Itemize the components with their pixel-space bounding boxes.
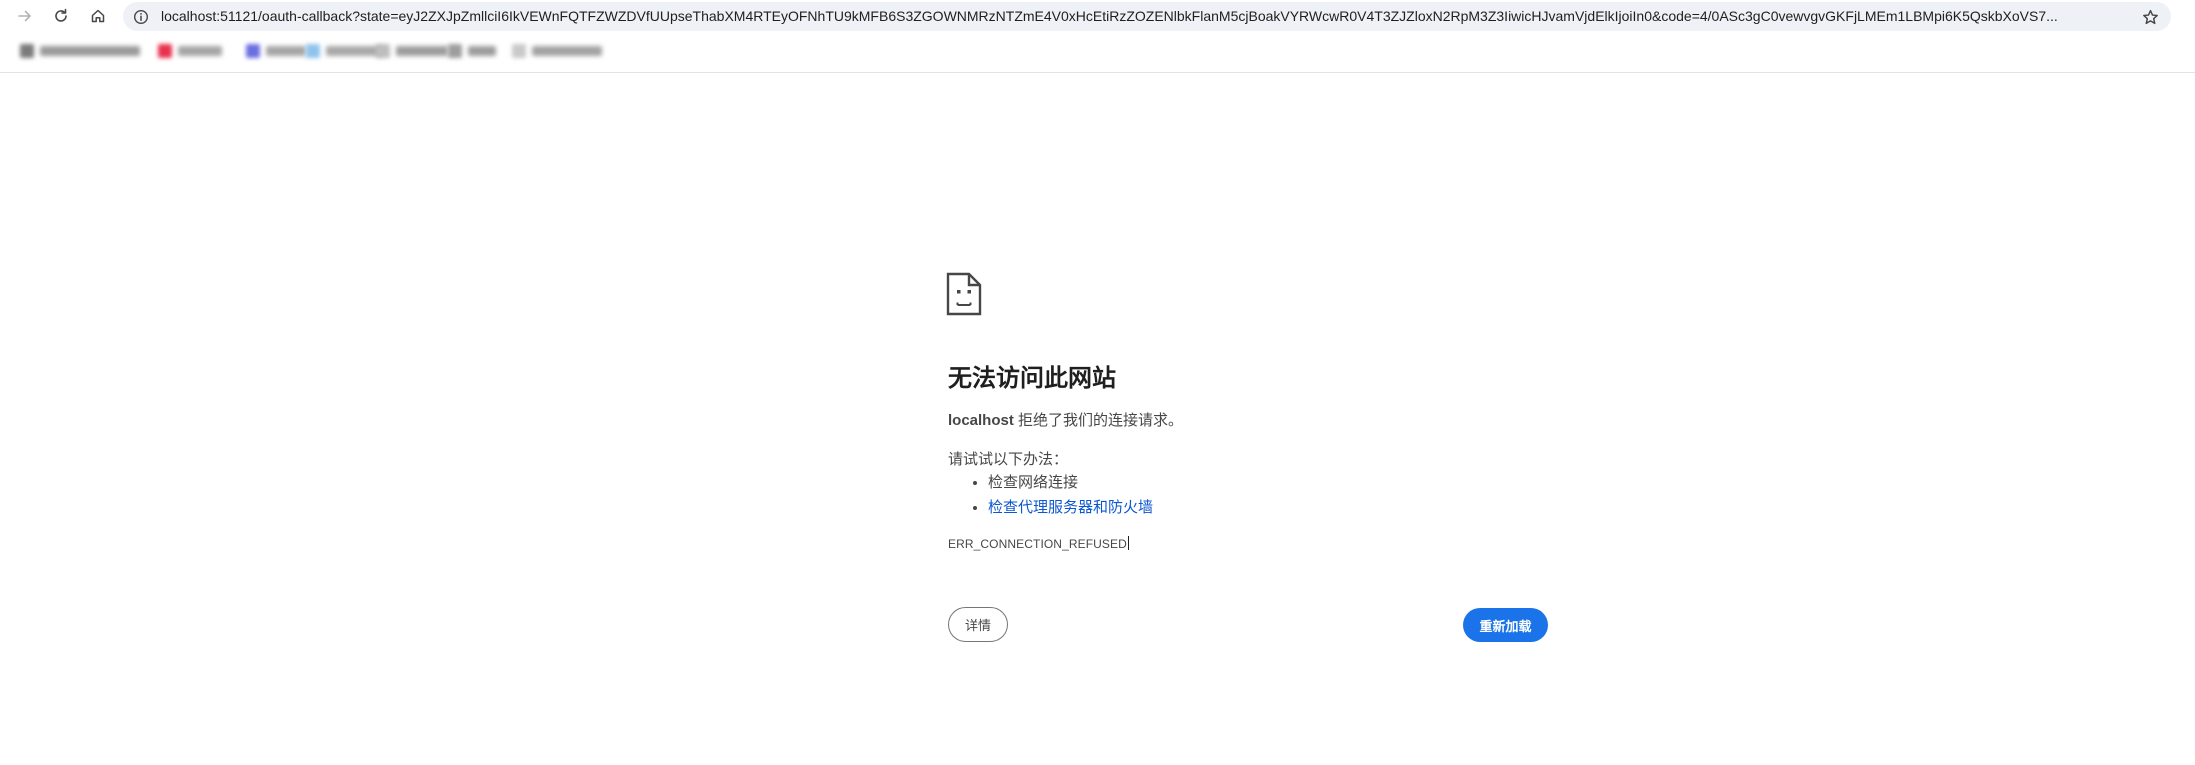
bookmark-item[interactable] xyxy=(306,44,382,58)
bookmark-label xyxy=(468,46,496,56)
page-title: 无法访问此网站 xyxy=(948,365,1116,392)
site-info-icon[interactable] xyxy=(131,7,150,26)
bookmark-favicon-icon xyxy=(512,44,526,58)
bookmark-favicon-icon xyxy=(376,44,390,58)
reload-toolbar-button[interactable] xyxy=(47,2,75,30)
bookmark-favicon-icon xyxy=(158,44,172,58)
details-button[interactable]: 详情 xyxy=(948,607,1008,642)
bookmark-item[interactable] xyxy=(20,44,140,58)
bookmark-label xyxy=(266,46,306,56)
error-code: ERR_CONNECTION_REFUSED xyxy=(948,536,1129,551)
forward-button[interactable] xyxy=(11,2,39,30)
text-caret xyxy=(1127,536,1129,550)
bookmark-label xyxy=(40,46,140,56)
bookmark-favicon-icon xyxy=(246,44,260,58)
address-bar[interactable]: localhost:51121/oauth-callback?state=eyJ… xyxy=(123,2,2171,31)
reload-button[interactable]: 重新加载 xyxy=(1463,608,1548,642)
suggestion-item: 检查网络连接 xyxy=(988,470,1153,495)
reload-icon xyxy=(55,8,67,22)
bookmark-item[interactable] xyxy=(448,44,496,58)
star-icon xyxy=(2142,9,2158,24)
bookmark-label xyxy=(396,46,448,56)
home-icon xyxy=(91,9,105,23)
bookmark-item[interactable] xyxy=(512,44,602,58)
browser-toolbar: localhost:51121/oauth-callback?state=eyJ… xyxy=(0,0,2195,33)
arrow-right-icon xyxy=(18,10,31,22)
suggestion-check-network: 检查网络连接 xyxy=(988,474,1079,491)
suggestions-list: 检查网络连接 检查代理服务器和防火墙 xyxy=(948,470,1153,520)
bookmarks-bar xyxy=(0,33,2195,73)
error-code-text: ERR_CONNECTION_REFUSED xyxy=(948,537,1127,551)
bookmark-label xyxy=(532,46,602,56)
bookmark-favicon-icon xyxy=(20,44,34,58)
bookmark-favicon-icon xyxy=(448,44,462,58)
bookmark-label xyxy=(178,46,222,56)
bookmark-item[interactable] xyxy=(158,44,222,58)
host-name: localhost xyxy=(948,412,1014,429)
suggestion-check-proxy-link[interactable]: 检查代理服务器和防火墙 xyxy=(988,499,1153,516)
bookmark-star-button[interactable] xyxy=(2136,3,2164,31)
description-text: 拒绝了我们的连接请求。 xyxy=(1013,412,1184,429)
suggestion-item[interactable]: 检查代理服务器和防火墙 xyxy=(988,495,1153,520)
bookmark-label xyxy=(326,46,382,56)
bookmark-item[interactable] xyxy=(376,44,448,58)
sad-page-icon xyxy=(946,272,982,316)
bookmark-item[interactable] xyxy=(246,44,306,58)
suggestions-heading: 请试试以下办法： xyxy=(948,451,1069,468)
bookmark-favicon-icon xyxy=(306,44,320,58)
error-description: localhost 拒绝了我们的连接请求。 xyxy=(948,409,1183,430)
url-text[interactable]: localhost:51121/oauth-callback?state=eyJ… xyxy=(161,2,2121,31)
home-button[interactable] xyxy=(84,2,112,30)
